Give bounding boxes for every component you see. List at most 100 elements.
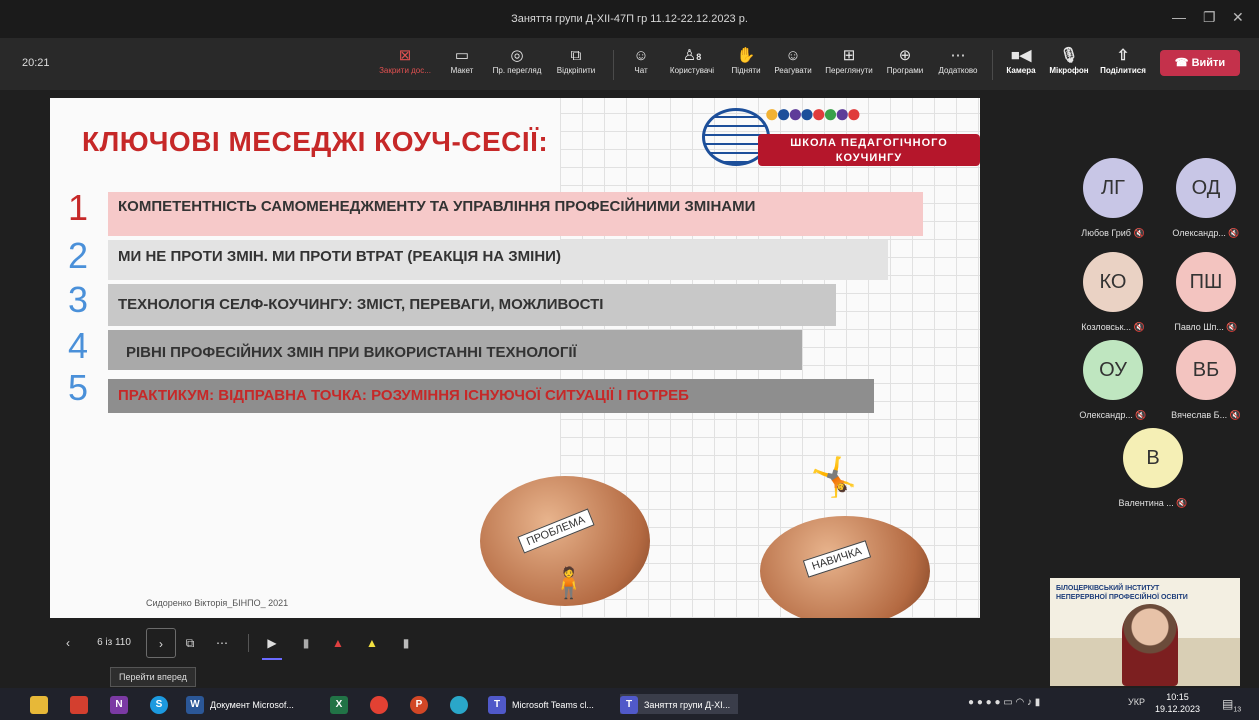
preview-button[interactable]: ◎ Пр. перегляд bbox=[487, 46, 547, 75]
skill-label: НАВИЧКА bbox=[802, 540, 871, 578]
chrome-icon[interactable] bbox=[370, 694, 394, 714]
shared-slide: КЛЮЧОВІ МЕСЕДЖІ КОУЧ-СЕСІЇ: ●●●●●●●● ШКО… bbox=[50, 98, 980, 618]
teams-icon: T bbox=[488, 695, 506, 714]
popout-button[interactable]: ⧉ Відкріпити bbox=[550, 46, 602, 75]
react-button[interactable]: ☺ Реагувати bbox=[770, 46, 816, 75]
participant-name: Олександр... 🔇 bbox=[1079, 410, 1147, 420]
avatar: ОД bbox=[1176, 158, 1236, 218]
layout-button[interactable]: ▭ Макет bbox=[446, 46, 478, 75]
participant-tile[interactable]: ЛГ Любов Гриб 🔇 bbox=[1068, 158, 1158, 239]
taskbar-word[interactable]: W Документ Microsof... bbox=[186, 694, 294, 714]
highlighter-icon[interactable]: ▲ bbox=[362, 628, 382, 658]
mic-icon: 🎙 bbox=[1059, 47, 1079, 64]
nav-divider bbox=[248, 634, 249, 652]
grid-icon: ⊞ bbox=[842, 47, 856, 64]
pointer-tool-icon[interactable]: ▶ bbox=[262, 628, 282, 660]
participant-tile[interactable]: В Валентина ... 🔇 bbox=[1105, 428, 1201, 509]
raise-hand-button[interactable]: ✋ Підняти bbox=[726, 46, 766, 75]
stop-share-icon: ⊠ bbox=[398, 47, 412, 64]
slide-item-2: 2 МИ НЕ ПРОТИ ЗМІН. МИ ПРОТИ ВТРАТ (РЕАК… bbox=[68, 236, 888, 280]
slide-item-5: 5 ПРАКТИКУМ: ВІДПРАВНА ТОЧКА: РОЗУМІННЯ … bbox=[68, 368, 888, 413]
close-icon[interactable]: ✕ bbox=[1232, 9, 1244, 26]
avatar: ОУ bbox=[1083, 340, 1143, 400]
tray-icons[interactable]: ● ● ● ● ▭ ◠ ♪ ▮ bbox=[968, 697, 1040, 708]
input-language[interactable]: УКР bbox=[1128, 697, 1145, 707]
meeting-timer: 20:21 bbox=[22, 57, 50, 69]
participant-name: Вячеслав Б... 🔇 bbox=[1171, 410, 1241, 420]
share-button[interactable]: ⇧ Поділитися bbox=[1096, 46, 1150, 75]
chat-button[interactable]: ☺ Чат bbox=[628, 46, 654, 75]
word-icon: W bbox=[186, 695, 204, 714]
more-options-icon[interactable]: ⋯ bbox=[212, 628, 232, 658]
people-icon: ♙8 bbox=[682, 47, 702, 64]
slide-author: Сидоренко Вікторія_БІНПО_ 2021 bbox=[146, 598, 289, 608]
logo-banner: ШКОЛА ПЕДАГОГІЧНОГО КОУЧИНГУ bbox=[758, 134, 980, 166]
mic-muted-icon: 🔇 bbox=[1176, 498, 1188, 508]
share-icon: ⇧ bbox=[1116, 47, 1130, 64]
participant-name: Павло Шп... 🔇 bbox=[1174, 322, 1238, 332]
onenote-icon[interactable]: N bbox=[110, 694, 134, 714]
leave-button[interactable]: ☎ Вийти bbox=[1160, 50, 1240, 76]
mic-muted-icon: 🔇 bbox=[1133, 228, 1145, 238]
coaching-illustration: ПРОБЛЕМА НАВИЧКА 🤸 🧍 bbox=[470, 456, 950, 618]
apps-button[interactable]: ⊕ Програми bbox=[880, 46, 930, 75]
item-number: 2 bbox=[68, 235, 89, 276]
item-text: МИ НЕ ПРОТИ ЗМІН. МИ ПРОТИ ВТРАТ (РЕАКЦІ… bbox=[118, 248, 561, 265]
participant-name: Козловськ... 🔇 bbox=[1081, 322, 1145, 332]
previous-slide-icon[interactable]: ‹ bbox=[60, 628, 76, 658]
chat-icon: ☺ bbox=[633, 47, 649, 64]
taskbar-teams-meeting[interactable]: T Заняття групи Д-XI... bbox=[620, 694, 739, 714]
stop-sharing-button[interactable]: ⊠ Закрити дос... bbox=[374, 46, 436, 75]
app-icon[interactable] bbox=[70, 694, 94, 714]
participant-name: Валентина ... 🔇 bbox=[1118, 498, 1188, 508]
mic-muted-icon: 🔇 bbox=[1135, 410, 1147, 420]
mic-muted-icon: 🔇 bbox=[1133, 322, 1145, 332]
minimize-icon[interactable]: — bbox=[1172, 9, 1186, 25]
item-number: 4 bbox=[68, 325, 89, 366]
smile-icon: ☺ bbox=[785, 47, 801, 64]
notifications-icon[interactable]: ▤13 bbox=[1222, 697, 1241, 713]
red-pen-icon[interactable]: ▲ bbox=[328, 628, 348, 658]
eraser-icon[interactable]: ▮ bbox=[396, 628, 416, 658]
participant-tile[interactable]: КО Козловськ... 🔇 bbox=[1068, 252, 1158, 333]
file-explorer-icon[interactable] bbox=[30, 694, 54, 714]
problem-label: ПРОБЛЕМА bbox=[517, 508, 595, 554]
slide-item-1: 1 КОМПЕТЕНТНІСТЬ САМОМЕНЕДЖМЕНТУ ТА УПРА… bbox=[68, 188, 928, 236]
taskbar-teams-classic[interactable]: T Microsoft Teams cl... bbox=[488, 694, 594, 714]
system-clock[interactable]: 10:15 19.12.2023 bbox=[1155, 691, 1200, 715]
item-number: 3 bbox=[68, 279, 89, 320]
item-text: ПРАКТИКУМ: ВІДПРАВНА ТОЧКА: РОЗУМІННЯ ІС… bbox=[108, 379, 874, 413]
item-number: 5 bbox=[68, 367, 89, 408]
next-slide-button[interactable]: › bbox=[146, 628, 176, 658]
slide-title: КЛЮЧОВІ МЕСЕДЖІ КОУЧ-СЕСІЇ: bbox=[82, 126, 549, 157]
skype-icon[interactable]: S bbox=[150, 694, 174, 714]
slides-overview-icon[interactable]: ⧉ bbox=[180, 628, 200, 658]
self-video-tile[interactable]: БІЛОЦЕРКІВСЬКИЙ ІНСТИТУТ НЕПЕРЕРВНОЇ ПРО… bbox=[1050, 578, 1240, 686]
more-button[interactable]: ⋯ Додатково bbox=[932, 46, 984, 75]
laser-pen-icon[interactable]: ▮ bbox=[296, 628, 316, 658]
excel-icon[interactable]: X bbox=[330, 694, 354, 714]
powerpoint-icon[interactable]: P bbox=[410, 694, 434, 714]
item-text: РІВНІ ПРОФЕСІЙНИХ ЗМІН ПРИ ВИКОРИСТАННІ … bbox=[126, 344, 577, 361]
participant-tile[interactable]: ВБ Вячеслав Б... 🔇 bbox=[1158, 340, 1254, 421]
participant-tile[interactable]: ПШ Павло Шп... 🔇 bbox=[1158, 252, 1254, 333]
participant-tile[interactable]: ОУ Олександр... 🔇 bbox=[1068, 340, 1158, 421]
window-title: Заняття групи Д-XII-47П гр 11.12-22.12.2… bbox=[511, 13, 748, 25]
participant-name: Олександр... 🔇 bbox=[1172, 228, 1240, 238]
next-slide-tooltip: Перейти вперед bbox=[110, 667, 196, 687]
people-count-badge: 8 bbox=[696, 52, 702, 62]
mic-button[interactable]: 🎙 Мікрофон bbox=[1044, 46, 1094, 75]
participant-tile[interactable]: ОД Олександр... 🔇 bbox=[1158, 158, 1254, 239]
camera-button[interactable]: ■◀ Камера bbox=[1002, 46, 1040, 75]
edge-icon[interactable] bbox=[450, 694, 474, 714]
item-number: 1 bbox=[68, 187, 89, 228]
popout-icon: ⧉ bbox=[570, 47, 582, 64]
view-button[interactable]: ⊞ Переглянути bbox=[820, 46, 878, 75]
people-button[interactable]: ♙8 Користувачі bbox=[664, 46, 720, 75]
speaker-person bbox=[1122, 604, 1178, 686]
maximize-icon[interactable]: ❐ bbox=[1203, 9, 1216, 26]
pushing-man-figure: 🧍 bbox=[550, 567, 588, 600]
avatar: ВБ bbox=[1176, 340, 1236, 400]
people-figures-icon: ●●●●●●●● bbox=[764, 98, 862, 128]
avatar: КО bbox=[1083, 252, 1143, 312]
